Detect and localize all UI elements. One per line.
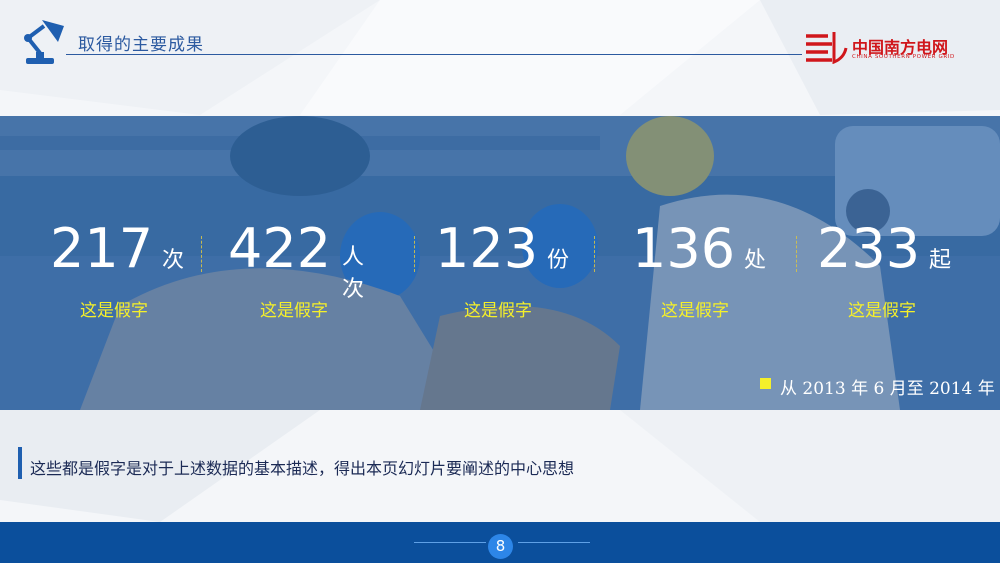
summary-text: 这些都是假字是对于上述数据的基本描述，得出本页幻灯片要阐述的中心思想 bbox=[30, 459, 575, 478]
footer-line-right bbox=[518, 542, 590, 543]
stat-label: 这是假字 bbox=[260, 301, 328, 321]
stat-value: 217 bbox=[50, 217, 154, 280]
desk-lamp-icon bbox=[24, 20, 64, 64]
stat-2: 422 人次 这是假字 bbox=[228, 217, 364, 322]
stat-unit: 处 bbox=[744, 248, 767, 273]
stat-3: 123 份 这是假字 bbox=[435, 217, 569, 322]
stat-value: 233 bbox=[817, 217, 921, 280]
stat-unit: 人次 bbox=[342, 245, 365, 302]
logo-english: CHINA SOUTHERN POWER GRID bbox=[852, 54, 955, 60]
stat-value: 136 bbox=[632, 217, 736, 280]
date-note-text: 从 2013 年 6 月至 2014 年 1 bbox=[780, 379, 1000, 399]
stat-separator bbox=[414, 236, 416, 272]
stat-separator bbox=[796, 236, 798, 272]
stat-separator bbox=[594, 236, 596, 272]
title-underline bbox=[66, 54, 802, 55]
stat-unit: 份 bbox=[547, 248, 570, 273]
stat-label: 这是假字 bbox=[80, 301, 148, 321]
description-accent-bar bbox=[18, 447, 22, 479]
stat-separator bbox=[201, 236, 203, 272]
stat-label: 这是假字 bbox=[464, 301, 532, 321]
yellow-square-icon bbox=[760, 378, 771, 389]
slide-header: 取得的主要成果 中国南方电网 CHINA SOUTHERN POWER GRID bbox=[0, 0, 1000, 115]
date-note: 从 2013 年 6 月至 2014 年 1 bbox=[760, 370, 1000, 400]
stat-4: 136 处 这是假字 bbox=[632, 217, 766, 322]
stat-1: 217 次 这是假字 bbox=[50, 217, 184, 322]
stat-unit: 次 bbox=[162, 248, 185, 273]
stat-value: 123 bbox=[435, 217, 539, 280]
page-title: 取得的主要成果 bbox=[78, 35, 204, 55]
footer-line-left bbox=[414, 542, 486, 543]
stat-unit: 起 bbox=[929, 248, 952, 273]
page-number: 8 bbox=[488, 534, 513, 559]
stat-label: 这是假字 bbox=[848, 301, 916, 321]
stat-5: 233 起 这是假字 bbox=[817, 217, 951, 322]
stat-value: 422 bbox=[228, 217, 332, 280]
stat-label: 这是假字 bbox=[661, 301, 729, 321]
